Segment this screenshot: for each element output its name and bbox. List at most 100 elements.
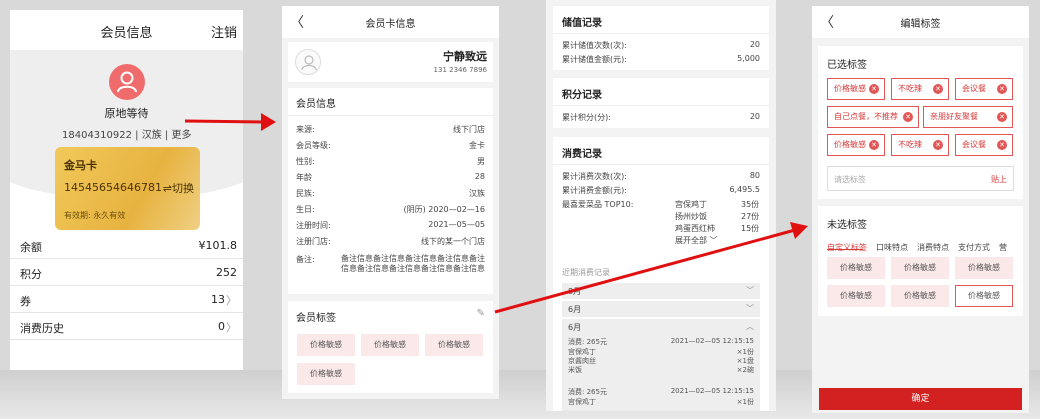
close-icon[interactable]: ✕	[933, 140, 943, 150]
tag-input-placeholder: 请选标签	[834, 175, 866, 184]
page-title: 编辑标签	[900, 19, 941, 30]
tag-label: 自己点餐，不推荐	[834, 112, 898, 121]
selected-tag[interactable]: 亲朋好友聚餐 ✕	[923, 106, 1013, 128]
tag-label: 价格敏感	[834, 140, 866, 149]
selected-tag[interactable]: 价格敏感 ✕	[827, 78, 885, 100]
unselected-tag[interactable]: 价格敏感	[827, 285, 885, 307]
switch-card-button[interactable]: ⇌切换	[163, 180, 194, 196]
field-value: 线下门店	[453, 125, 485, 134]
record-value: 80	[749, 171, 760, 180]
transaction: 消费: 265元 2021—02—05 12:15:15 宫保鸡丁 ×1份 京酱…	[568, 337, 754, 374]
top10-label: 最喜爱菜品 TOP10:	[562, 200, 634, 209]
divider	[288, 115, 493, 116]
avatar[interactable]	[109, 64, 145, 100]
unselected-tag[interactable]: 价格敏感	[891, 285, 949, 307]
dish-count: 35份	[741, 200, 760, 209]
member-info-line[interactable]: 18404310922 | 汉族 | 更多	[62, 126, 191, 141]
row-label: 券	[20, 295, 31, 308]
section-heading: 会员信息	[296, 99, 336, 110]
close-icon[interactable]: ✕	[903, 112, 913, 122]
selected-tag[interactable]: 自己点餐，不推荐 ✕	[827, 106, 919, 128]
tab-payment[interactable]: 支付方式	[958, 242, 990, 251]
close-icon[interactable]: ✕	[997, 112, 1007, 122]
row-value: 13	[211, 293, 225, 306]
arrow-right-icon	[185, 113, 276, 131]
history-row[interactable]: 消费历史 0 〉	[10, 313, 243, 340]
points-row[interactable]: 积分 252	[10, 259, 243, 286]
field-label: 民族:	[296, 189, 315, 198]
page-title: 会员信息	[100, 26, 153, 41]
balance-row[interactable]: 余额 ¥101.8	[10, 232, 243, 259]
selected-tag[interactable]: 会议餐 ✕	[955, 134, 1013, 156]
edit-tags-screen: 〈 编辑标签 已选标签 价格敏感 ✕ 不吃辣 ✕ 会议餐 ✕ 自己点餐，不推荐 ✕ 亲朋…	[812, 6, 1029, 413]
tag-chip: 价格敏感	[297, 363, 355, 385]
tag-input[interactable]: 请选标签 贴上	[827, 166, 1014, 191]
coupons-row[interactable]: 券 13 〉	[10, 286, 243, 313]
page-title: 会员卡信息	[365, 19, 416, 30]
tag-label: 不吃辣	[898, 84, 922, 93]
paste-button[interactable]: 贴上	[991, 174, 1007, 185]
stored-value-section: 储值记录 累计储值次数(次): 20 累计储值金额(元): 5,000	[553, 6, 769, 70]
field-label: 会员等级:	[296, 141, 331, 150]
field-label: 注册时间:	[296, 221, 331, 230]
unselected-tag[interactable]: 价格敏感	[891, 257, 949, 279]
selected-tag[interactable]: 不吃辣 ✕	[891, 78, 949, 100]
member-tags-section: 会员标签 ✎ 价格敏感 价格敏感 价格敏感 价格敏感	[288, 301, 493, 393]
close-icon[interactable]: ✕	[997, 140, 1007, 150]
screen4-nav: 〈 编辑标签	[812, 6, 1029, 38]
field-label: 注册门店:	[296, 237, 331, 246]
row-label: 积分	[20, 268, 42, 281]
selected-tag[interactable]: 不吃辣 ✕	[891, 134, 949, 156]
close-icon[interactable]: ✕	[869, 84, 879, 94]
field-label: 来源:	[296, 125, 315, 134]
field-value: 28	[474, 172, 485, 181]
unselected-tag[interactable]: 价格敏感	[827, 257, 885, 279]
field-value: (阴历) 2020—02—16	[403, 205, 485, 214]
record-value: 5,000	[737, 54, 760, 63]
member-info-section: 会员信息 来源: 线下门店 会员等级: 金卡 性别: 男 年龄 28 民族: 汉族 生日:…	[288, 88, 493, 294]
chevron-up-icon: ︿	[746, 322, 754, 331]
tag-chip: 价格敏感	[361, 334, 419, 356]
txn-qty: ×1份	[736, 398, 754, 406]
active-tab-underline	[827, 249, 863, 250]
tag-label: 不吃辣	[898, 140, 922, 149]
close-icon[interactable]: ✕	[997, 84, 1007, 94]
txn-item: 米饭	[568, 366, 582, 374]
divider	[553, 105, 769, 106]
tab-taste[interactable]: 口味特点	[876, 242, 908, 251]
dish-name: 宫保鸡丁	[675, 200, 707, 209]
card-name: 金马卡	[64, 159, 97, 172]
close-icon[interactable]: ✕	[869, 140, 879, 150]
field-value: 线下的某一个门店	[421, 237, 485, 246]
selected-tag[interactable]: 会议餐 ✕	[955, 78, 1013, 100]
month-row-expanded[interactable]: 6月 ︿ 消费: 265元 2021—02—05 12:15:15 宫保鸡丁 ×1…	[562, 319, 760, 411]
txn-amount: 消费: 265元	[568, 388, 607, 396]
divider	[553, 164, 769, 165]
divider	[553, 33, 769, 34]
member-card[interactable]: 金马卡 14545654646781 ⇌切换 有效期: 永久有效	[55, 147, 200, 230]
row-value: 0	[218, 320, 225, 333]
section-heading: 已选标签	[827, 60, 867, 71]
field-value: 汉族	[469, 189, 485, 198]
avatar	[295, 49, 321, 75]
logout-button[interactable]: 注销	[211, 22, 237, 41]
transaction: 消费: 265元 2021—02—05 12:15:15 宫保鸡丁 ×1份	[568, 387, 754, 406]
dish-name: 扬州炒饭	[675, 212, 707, 221]
unselected-tags-section: 未选标签 自定义标签 口味特点 消费特点 支付方式营 价格敏感 价格敏感 价格敏感 价…	[818, 206, 1023, 316]
record-value: 20	[749, 40, 760, 49]
edit-icon[interactable]: ✎	[477, 308, 485, 319]
confirm-button[interactable]: 确定	[819, 388, 1022, 410]
close-icon[interactable]: ✕	[933, 84, 943, 94]
unselected-tag-highlighted[interactable]: 价格敏感	[955, 285, 1013, 307]
screen2-nav: 〈 会员卡信息	[282, 6, 499, 38]
selected-tag[interactable]: 价格敏感 ✕	[827, 134, 885, 156]
row-label: 余额	[20, 241, 42, 254]
tab-more[interactable]: 营	[999, 242, 1007, 251]
user-icon	[117, 71, 137, 93]
tag-label: 会议餐	[962, 84, 986, 93]
unselected-tag[interactable]: 价格敏感	[955, 257, 1013, 279]
card-expiry: 有效期: 永久有效	[64, 211, 126, 220]
tab-consumption[interactable]: 消费特点	[917, 242, 949, 251]
txn-qty: ×2碗	[736, 366, 754, 374]
field-value: 金卡	[469, 141, 485, 150]
